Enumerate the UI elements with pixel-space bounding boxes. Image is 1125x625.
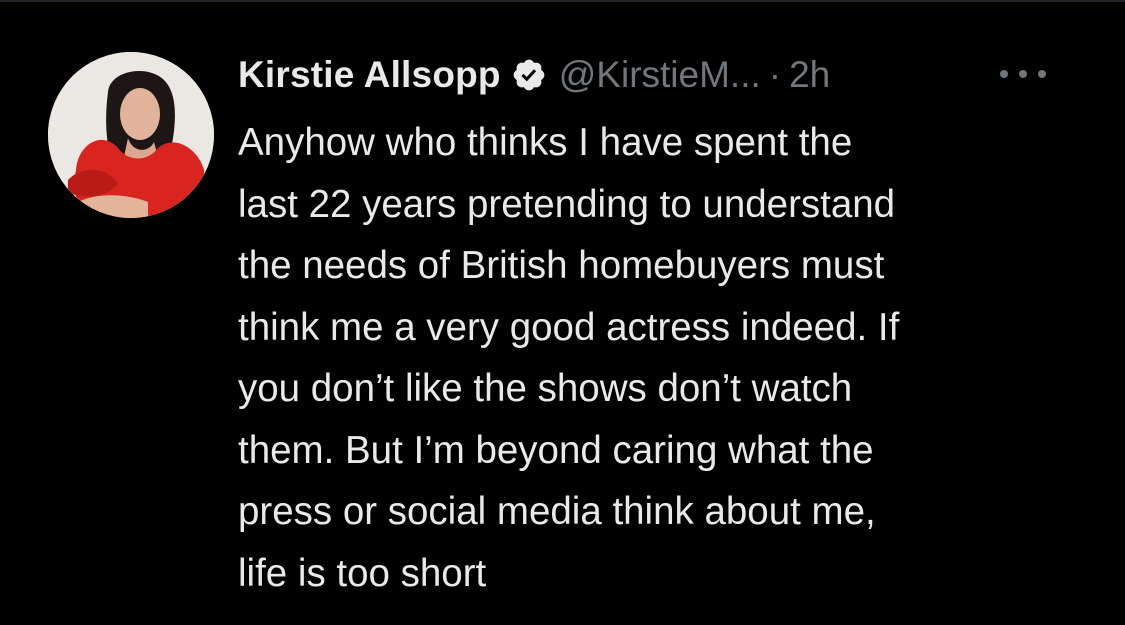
display-name[interactable]: Kirstie Allsopp xyxy=(238,54,501,96)
avatar[interactable] xyxy=(48,52,214,218)
more-dot xyxy=(1038,70,1046,78)
separator-dot: · xyxy=(768,54,782,95)
avatar-image xyxy=(48,52,214,218)
more-options-icon[interactable] xyxy=(1000,64,1046,84)
more-dot xyxy=(1019,70,1027,78)
more-dot xyxy=(1000,70,1008,78)
verified-badge-icon xyxy=(511,57,547,93)
tweet[interactable]: Kirstie Allsopp @KirstieM... · 2h Anyhow… xyxy=(0,0,1125,625)
timestamp[interactable]: 2h xyxy=(789,54,830,96)
tweet-text: Anyhow who thinks I have spent the last … xyxy=(238,121,900,595)
tweet-header: Kirstie Allsopp @KirstieM... · 2h xyxy=(238,50,830,100)
user-handle[interactable]: @KirstieM... xyxy=(559,54,761,96)
